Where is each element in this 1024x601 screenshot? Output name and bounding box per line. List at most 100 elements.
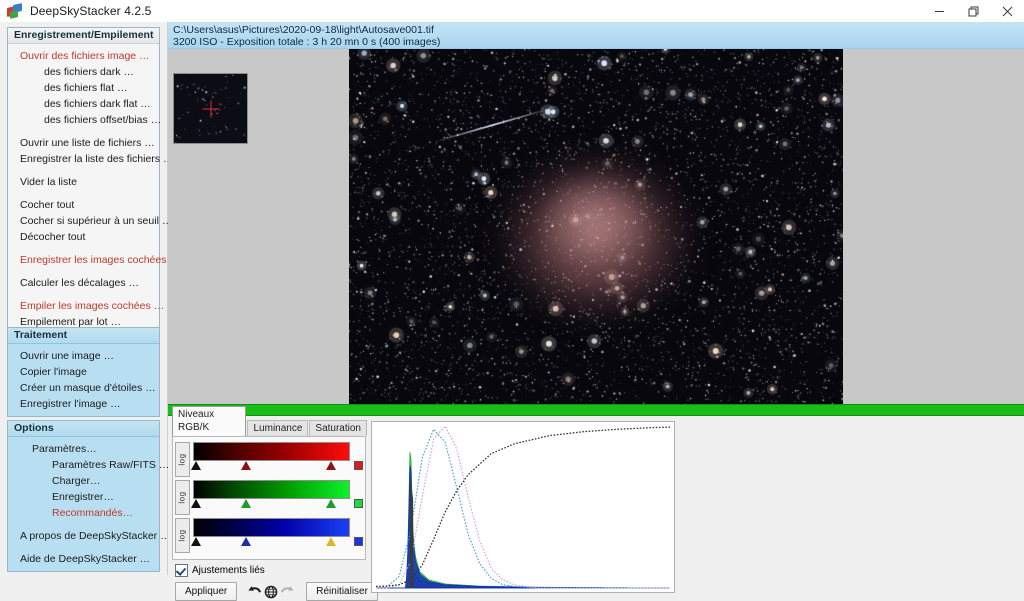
menu-item-options-2[interactable]: Charger…: [8, 473, 159, 489]
channel-sliders: log log log: [175, 440, 363, 554]
menu-separator: [8, 544, 159, 551]
menu-item-processing-0[interactable]: Ouvrir une image …: [8, 348, 159, 364]
slider-handle-green-midtone[interactable]: [241, 498, 252, 508]
menu-item-registering-stacking-17[interactable]: Calculer les décalages …: [8, 275, 159, 291]
menu-item-options-0[interactable]: Paramètres…: [8, 441, 159, 457]
image-file-path: C:\Users\asus\Pictures\2020-09-18\light\…: [173, 24, 434, 36]
histogram-plot: [375, 425, 671, 589]
menu-item-options-4[interactable]: Recommandés…: [8, 505, 159, 521]
menu-separator: [8, 167, 159, 174]
menu-item-registering-stacking-13[interactable]: Décocher tout: [8, 229, 159, 245]
close-icon[interactable]: [990, 0, 1024, 22]
slider-handle-red-black[interactable]: [191, 460, 202, 470]
gradient-track-red[interactable]: [191, 441, 350, 477]
menu-item-options-1[interactable]: Paramètres Raw/FITS …: [8, 457, 169, 473]
menu-item-registering-stacking-6[interactable]: Ouvrir une liste de fichiers …: [8, 135, 159, 151]
gradient-bar-red: [193, 441, 350, 461]
channel-color-chip-blue[interactable]: [354, 536, 363, 546]
menu-item-registering-stacking-15[interactable]: Enregistrer les images cochées …: [8, 252, 180, 268]
series-combined-core: [409, 474, 414, 588]
sidebar: Enregistrement/Empilement Ouvrir des fic…: [0, 22, 180, 575]
gradient-track-green[interactable]: [191, 479, 350, 515]
linked-adjustments-checkbox[interactable]: [175, 564, 188, 577]
panel-title: Traitement: [8, 328, 159, 344]
tab-luminance[interactable]: Luminance: [247, 420, 309, 436]
main-area: C:\Users\asus\Pictures\2020-09-18\light\…: [168, 22, 1024, 601]
apply-button[interactable]: Appliquer: [175, 582, 238, 601]
slider-handle-blue-black[interactable]: [191, 536, 202, 546]
window-title: DeepSkyStacker 4.2.5: [30, 4, 152, 18]
levels-button-row: Appliquer Réinitialiser: [172, 582, 378, 601]
stacked-astro-image[interactable]: [349, 49, 843, 404]
menu-item-registering-stacking-7[interactable]: Enregistrer la liste des fichiers …: [8, 151, 173, 167]
slider-handle-red-midtone[interactable]: [241, 460, 252, 470]
menu-item-processing-2[interactable]: Créer un masque d'étoiles …: [8, 380, 159, 396]
levels-histogram[interactable]: [371, 421, 675, 593]
panel-title: Enregistrement/Empilement: [8, 28, 159, 44]
levels-panel: Niveaux RGB/K Luminance Saturation log log l…: [172, 406, 378, 601]
app-logo-icon: [7, 3, 23, 19]
gradient-bar-green: [193, 479, 350, 499]
channel-color-chip-green[interactable]: [354, 498, 363, 508]
menu-item-registering-stacking-12[interactable]: Cocher si supérieur à un seuil …: [8, 213, 172, 229]
image-info-bar: C:\Users\asus\Pictures\2020-09-18\light\…: [168, 22, 1024, 49]
crosshair-icon: [202, 100, 219, 117]
restore-icon[interactable]: [956, 0, 990, 22]
redo-icon[interactable]: [280, 583, 295, 601]
title-bar: DeepSkyStacker 4.2.5: [0, 0, 1024, 23]
log-toggle-blue[interactable]: log: [175, 517, 190, 553]
log-toggle-green[interactable]: log: [175, 479, 190, 515]
menu-separator: [8, 128, 159, 135]
minimize-icon[interactable]: [922, 0, 956, 22]
menu-item-registering-stacking-9[interactable]: Vider la liste: [8, 174, 159, 190]
panel-registering-stacking: Enregistrement/Empilement Ouvrir des fic…: [7, 27, 180, 335]
gradient-track-blue[interactable]: [191, 517, 350, 553]
tab-rgbk[interactable]: Niveaux RGB/K: [172, 406, 247, 436]
globe-icon[interactable]: [264, 583, 278, 601]
menu-item-registering-stacking-4[interactable]: des fichiers offset/bias …: [8, 112, 161, 128]
panel-items: Ouvrir des fichiers image … des fichiers …: [8, 44, 180, 334]
channel-color-chip-red[interactable]: [354, 460, 363, 470]
log-label: log: [178, 528, 187, 542]
slider-handle-blue-white[interactable]: [326, 536, 337, 546]
menu-separator: [8, 291, 159, 298]
navigation-thumbnail[interactable]: [173, 73, 248, 144]
slider-handle-blue-midtone[interactable]: [241, 536, 252, 546]
image-viewer[interactable]: [168, 49, 1024, 404]
linked-adjustments-row[interactable]: Ajustements liés: [172, 564, 368, 577]
slider-handle-green-white[interactable]: [326, 498, 337, 508]
menu-separator: [8, 521, 159, 528]
menu-item-registering-stacking-11[interactable]: Cocher tout: [8, 197, 159, 213]
panel-options: Options Paramètres… Paramètres Raw/FITS ……: [7, 420, 171, 572]
panel-title: Options: [8, 421, 159, 437]
menu-item-registering-stacking-19[interactable]: Empiler les images cochées …: [8, 298, 164, 314]
tab-saturation[interactable]: Saturation: [309, 420, 367, 436]
menu-separator: [8, 268, 159, 275]
levels-tabs: Niveaux RGB/K Luminance Saturation: [172, 406, 368, 436]
menu-item-options-8[interactable]: Aide de DeepSkyStacker …: [8, 551, 159, 567]
panel-items: Paramètres… Paramètres Raw/FITS … Charger……: [8, 437, 171, 571]
image-exposure-details: 3200 ISO - Exposition totale : 3 h 20 mn…: [173, 36, 441, 48]
menu-separator: [8, 245, 159, 252]
slider-handle-red-white[interactable]: [326, 460, 337, 470]
channel-row-red: log: [175, 440, 363, 478]
menu-item-processing-1[interactable]: Copier l'image: [8, 364, 159, 380]
menu-item-registering-stacking-3[interactable]: des fichiers dark flat …: [8, 96, 159, 112]
series-target-curve-right: [376, 425, 670, 589]
channel-row-blue: log: [175, 516, 363, 554]
menu-item-options-6[interactable]: A propos de DeepSkyStacker …: [8, 528, 171, 544]
panel-items: Ouvrir une image … Copier l'image Créer un…: [8, 344, 159, 416]
channel-row-green: log: [175, 478, 363, 516]
slider-handle-green-black[interactable]: [191, 498, 202, 508]
menu-item-options-3[interactable]: Enregistrer…: [8, 489, 159, 505]
menu-item-registering-stacking-0[interactable]: Ouvrir des fichiers image …: [8, 48, 159, 64]
menu-item-processing-3[interactable]: Enregistrer l'image …: [8, 396, 159, 412]
menu-item-registering-stacking-2[interactable]: des fichiers flat …: [8, 80, 159, 96]
series-green-histogram: [376, 451, 671, 589]
menu-item-registering-stacking-1[interactable]: des fichiers dark …: [8, 64, 159, 80]
log-toggle-red[interactable]: log: [175, 441, 190, 477]
deepskystacker-window: DeepSkyStacker 4.2.5 Enregistrement/Empi…: [0, 0, 1024, 601]
undo-icon[interactable]: [247, 583, 262, 601]
log-label: log: [178, 490, 187, 504]
reset-button[interactable]: Réinitialiser: [306, 582, 378, 601]
